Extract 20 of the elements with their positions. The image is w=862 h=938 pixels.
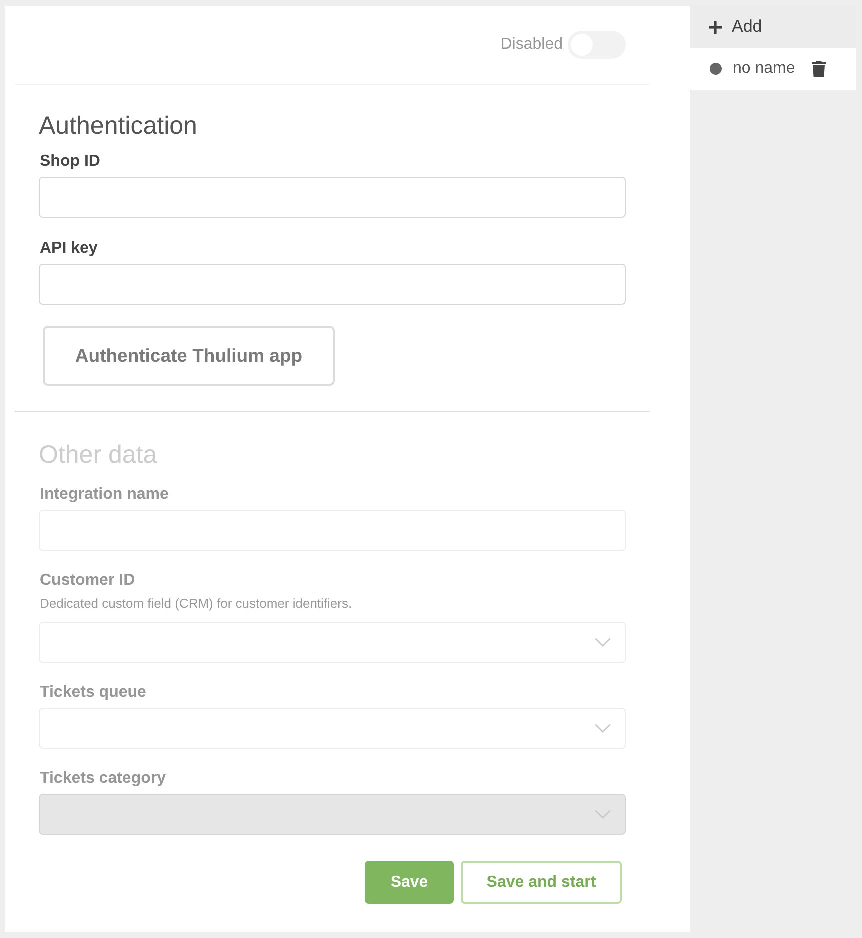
status-label: Disabled: [500, 36, 563, 54]
field-label: Customer ID: [39, 571, 136, 591]
chevron-down-icon: [595, 638, 611, 647]
field-hint: Dedicated custom field (CRM) for customer identifiers.: [39, 595, 354, 613]
chevron-down-icon: [595, 810, 611, 819]
field-label: API key: [39, 239, 99, 259]
field-label: Shop ID: [39, 152, 102, 172]
field-label: Tickets category: [39, 769, 167, 789]
field-label: Integration name: [39, 485, 170, 505]
field-label: Tickets queue: [39, 683, 148, 703]
integration-item[interactable]: no name: [690, 48, 856, 90]
status-dot-icon: [710, 63, 722, 75]
section-title: Authentication: [39, 111, 198, 141]
plus-icon: [709, 20, 722, 34]
authenticate-button[interactable]: Authenticate Thulium app: [43, 326, 335, 386]
item-name: no name: [733, 60, 796, 78]
trash-icon[interactable]: [812, 61, 826, 77]
chevron-down-icon: [595, 724, 611, 733]
text-field[interactable]: [39, 264, 626, 305]
text-field[interactable]: [39, 177, 626, 218]
